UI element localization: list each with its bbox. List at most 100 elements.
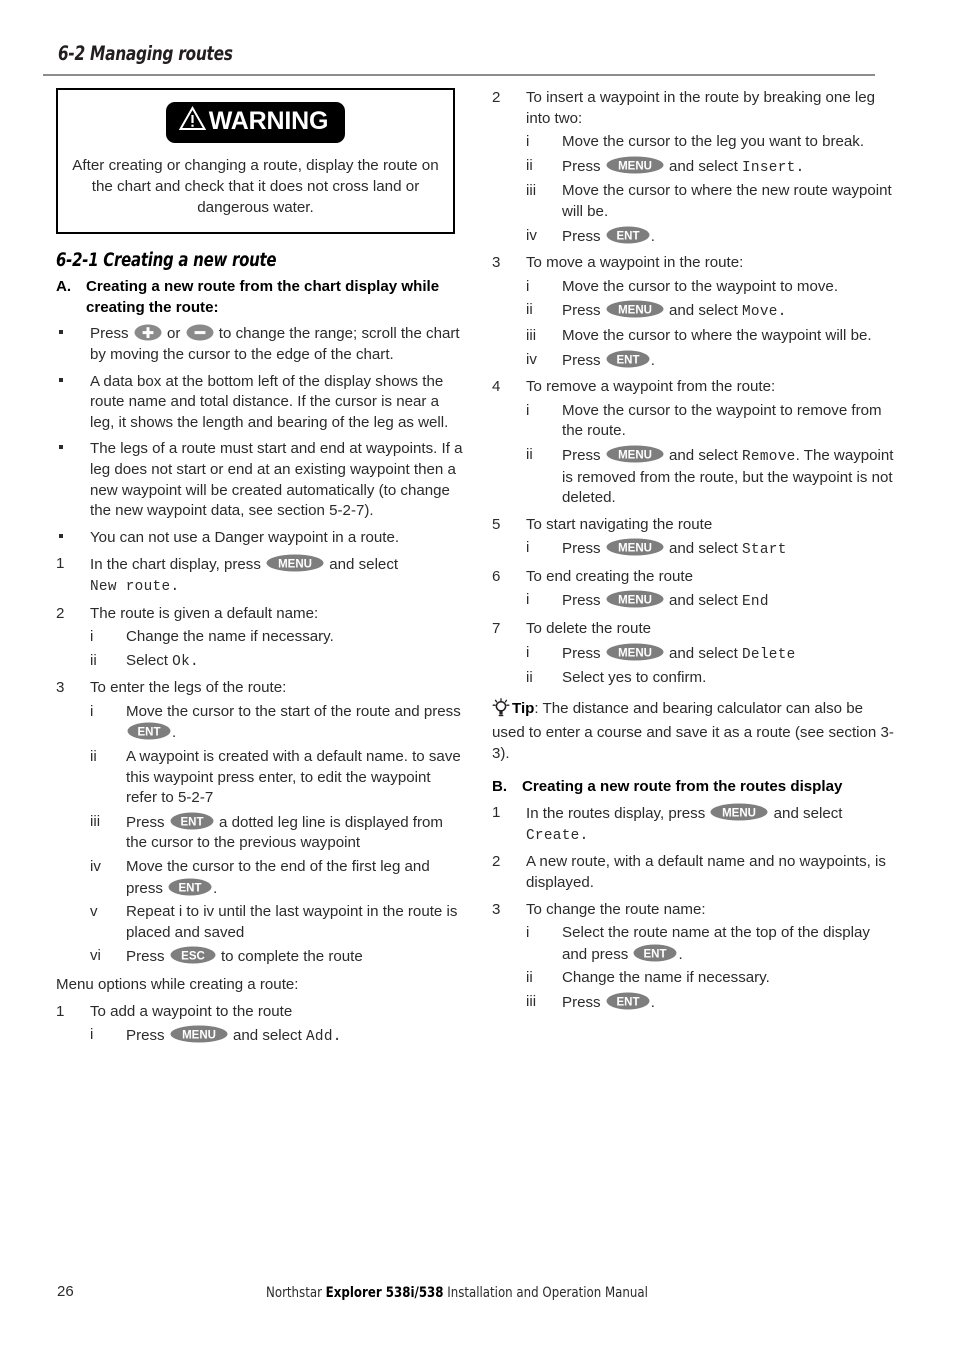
- substep-text: Press ENT.: [562, 226, 896, 248]
- bullet-text: Press or to change the range; scroll the…: [90, 324, 464, 365]
- minus-key-icon: [186, 324, 214, 341]
- esc-key-icon: ESC: [170, 946, 216, 964]
- right-column: 2 To insert a waypoint in the route by b…: [492, 88, 896, 1014]
- substep-marker: iii: [526, 992, 537, 1010]
- ent-key-icon: ENT: [633, 944, 677, 962]
- substep-post: .: [332, 1029, 342, 1046]
- warning-badge: WARNING: [165, 102, 346, 143]
- svg-text:ENT: ENT: [179, 882, 202, 894]
- svg-text:ENT: ENT: [138, 727, 161, 739]
- menu-options-intro: Menu options while creating a route:: [56, 976, 299, 993]
- substep-marker: ii: [526, 445, 533, 463]
- tip-paragraph: Tip: The distance and bearing calculator…: [492, 697, 896, 765]
- substep-text: Press MENU and select Remove. The waypoi…: [562, 445, 896, 509]
- menu-item-name: Insert: [741, 159, 796, 176]
- list-item: i Change the name if necessary.: [90, 627, 464, 648]
- bullet-text-mid: or: [162, 325, 185, 343]
- substep-text: Press ENT.: [562, 992, 896, 1014]
- step-marker: 3: [492, 254, 501, 272]
- substep-pre: Press: [562, 157, 605, 175]
- substep-text: A waypoint is created with a default nam…: [126, 748, 461, 807]
- substep-post: .: [190, 653, 199, 670]
- plus-key-icon: [134, 324, 162, 341]
- substep-post: .: [213, 879, 218, 897]
- substep-pre: Press: [562, 644, 605, 662]
- substep-marker: iv: [526, 350, 537, 368]
- substep-post: .: [678, 945, 683, 963]
- menu-item-name: Create: [526, 827, 580, 844]
- substep-text: Move the cursor to the leg you want to b…: [562, 133, 865, 151]
- list-item: A data box at the bottom left of the dis…: [56, 372, 464, 434]
- substep-pre: Select: [126, 651, 173, 669]
- substep-text: Press MENU and select End: [562, 590, 896, 613]
- list-item: i Move the cursor to the waypoint to rem…: [526, 401, 896, 442]
- step-marker: 4: [492, 378, 501, 396]
- substep-mid: and select: [664, 446, 742, 464]
- substep-marker: ii: [526, 301, 533, 319]
- ent-key-icon: ENT: [606, 992, 650, 1010]
- svg-text:MENU: MENU: [618, 543, 652, 555]
- substep-text: Press MENU and select Move.: [562, 300, 896, 323]
- list-item: iii Press ENT a dotted leg line is displ…: [90, 812, 464, 854]
- svg-text:MENU: MENU: [618, 449, 652, 461]
- substep-text: Press MENU and select Delete: [562, 643, 896, 666]
- substep-marker: vi: [90, 947, 101, 965]
- list-item: 2 The route is given a default name:: [56, 604, 464, 625]
- svg-text:MENU: MENU: [182, 1030, 216, 1042]
- substep-marker: iv: [526, 226, 537, 244]
- step-marker: 3: [56, 679, 65, 697]
- ent-key-icon: ENT: [606, 226, 650, 244]
- bullet-marker: [56, 439, 90, 460]
- bullet-marker: [56, 372, 90, 393]
- svg-text:MENU: MENU: [278, 559, 312, 571]
- substep-pre: Press: [126, 1027, 169, 1045]
- svg-text:MENU: MENU: [618, 160, 652, 172]
- list-item: ii Press MENU and select Remove. The way…: [526, 445, 896, 509]
- substep-post: .: [795, 159, 805, 176]
- substep-pre: Press: [562, 351, 605, 369]
- substep-marker: iii: [90, 812, 101, 830]
- list-item: 3 To change the route name:: [492, 900, 896, 921]
- substep-marker: i: [526, 591, 530, 609]
- substep-pre: Press: [562, 993, 605, 1011]
- substep-post: to complete the route: [216, 948, 363, 966]
- svg-text:ESC: ESC: [181, 951, 205, 963]
- menu-key-icon: MENU: [170, 1025, 228, 1043]
- step-text: To change the route name:: [526, 900, 706, 918]
- menu-key-icon: MENU: [606, 300, 664, 318]
- step-marker: 1: [56, 555, 65, 573]
- menu-key-icon: MENU: [266, 554, 324, 572]
- subsection-heading: 6-2-1 Creating a new route: [56, 249, 277, 271]
- menu-item-name: End: [741, 594, 769, 611]
- menu-item-name: Remove: [741, 448, 796, 465]
- menu-item-name: Ok: [172, 653, 191, 670]
- list-item: The legs of a route must start and end a…: [56, 439, 464, 521]
- menu-item-name: Move: [741, 304, 778, 321]
- list-item: iii Move the cursor to where the new rou…: [526, 181, 896, 222]
- substep-marker: ii: [90, 748, 97, 766]
- list-item: ii Change the name if necessary.: [526, 968, 896, 989]
- svg-text:MENU: MENU: [618, 305, 652, 317]
- substep-marker: i: [90, 628, 94, 646]
- substep-text: Press ENT a dotted leg line is displayed…: [126, 812, 464, 854]
- warning-badge-row: WARNING: [72, 102, 439, 143]
- footer-model: Explorer 538i/538: [325, 1284, 444, 1301]
- list-item: 4 To remove a waypoint from the route:: [492, 377, 896, 398]
- list-item: ii Press MENU and select Move.: [526, 300, 896, 323]
- substep-pre: Move the cursor to the start of the rout…: [126, 702, 461, 720]
- step-marker: 1: [492, 804, 501, 822]
- step-marker: 6: [492, 567, 501, 585]
- svg-text:ENT: ENT: [616, 354, 639, 366]
- list-item: iv Move the cursor to the end of the fir…: [90, 857, 464, 899]
- list-item: iii Press ENT.: [526, 992, 896, 1014]
- list-item: i Press MENU and select End: [526, 590, 896, 613]
- list-item: 1 To add a waypoint to the route: [56, 1002, 464, 1023]
- header-divider-rule: [43, 74, 875, 76]
- substep-mid: and select: [664, 644, 742, 662]
- list-item: i Move the cursor to the waypoint to mov…: [526, 277, 896, 298]
- substep-post: .: [650, 227, 655, 245]
- substep-marker: i: [526, 277, 530, 295]
- substep-text: Select Ok.: [126, 651, 464, 673]
- step-marker: 2: [492, 853, 501, 871]
- svg-text:MENU: MENU: [618, 647, 652, 659]
